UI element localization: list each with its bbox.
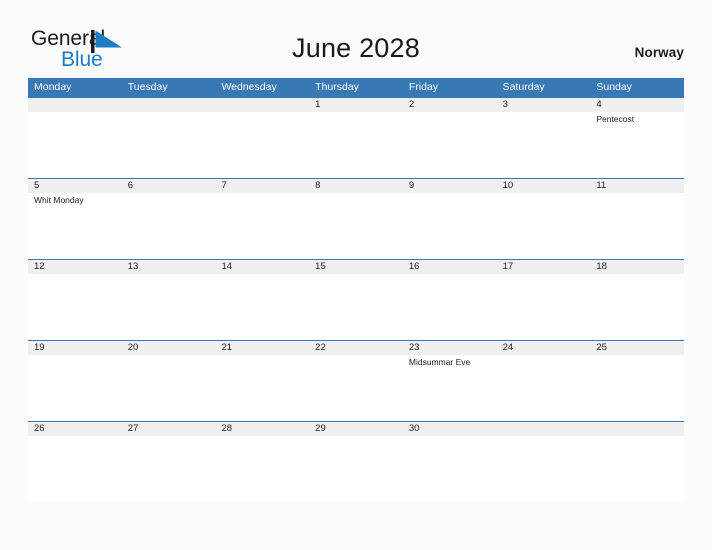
day-number[interactable]: 11 [590, 179, 684, 193]
day-event[interactable]: Midsummar Eve [403, 355, 497, 420]
day-event[interactable] [497, 112, 591, 177]
day-number[interactable]: 21 [215, 341, 309, 355]
day-event[interactable]: Whit Monday [28, 193, 122, 258]
week-event-band [28, 274, 684, 339]
weekday-header-monday: Monday [34, 81, 72, 93]
day-number[interactable]: 26 [28, 422, 122, 436]
day-number[interactable]: 27 [122, 422, 216, 436]
day-number[interactable]: 23 [403, 341, 497, 355]
week-date-band: 5 6 7 8 9 10 11 [28, 178, 684, 193]
week-event-band: Pentecost [28, 112, 684, 177]
day-event[interactable] [497, 274, 591, 339]
day-number[interactable]: 13 [122, 260, 216, 274]
day-event[interactable] [309, 112, 403, 177]
day-number[interactable]: 17 [497, 260, 591, 274]
day-event[interactable] [28, 355, 122, 420]
week-event-band [28, 436, 684, 501]
day-number[interactable]: 1 [309, 98, 403, 112]
day-number[interactable]: 6 [122, 179, 216, 193]
page-title: June 2028 [292, 33, 420, 63]
day-event[interactable] [590, 436, 684, 501]
day-event[interactable] [497, 193, 591, 258]
day-number[interactable]: 25 [590, 341, 684, 355]
day-event[interactable] [215, 193, 309, 258]
day-number[interactable]: 7 [215, 179, 309, 193]
day-event[interactable] [497, 355, 591, 420]
page-header: General Blue June 2028 Norway [0, 0, 712, 78]
day-event[interactable]: Pentecost [590, 112, 684, 177]
day-event[interactable] [122, 112, 216, 177]
weekday-header-tuesday: Tuesday [127, 81, 168, 93]
day-number[interactable]: 9 [403, 179, 497, 193]
calendar-bottom-edge [28, 502, 684, 503]
day-event[interactable] [309, 355, 403, 420]
calendar-week-row: 5 6 7 8 9 10 11 Whit Monday [28, 178, 684, 259]
week-date-band: 26 27 28 29 30 [28, 421, 684, 436]
week-event-band: Whit Monday [28, 193, 684, 258]
calendar-week-row: 19 20 21 22 23 24 25 Midsummar Eve [28, 340, 684, 421]
day-number[interactable] [215, 98, 309, 112]
day-number[interactable] [497, 422, 591, 436]
day-number[interactable]: 12 [28, 260, 122, 274]
day-number[interactable]: 16 [403, 260, 497, 274]
day-event[interactable] [309, 193, 403, 258]
day-event[interactable] [590, 193, 684, 258]
day-event[interactable] [122, 274, 216, 339]
day-event[interactable] [403, 436, 497, 501]
day-number[interactable]: 8 [309, 179, 403, 193]
day-event[interactable] [122, 355, 216, 420]
day-event[interactable] [403, 274, 497, 339]
week-date-band: 12 13 14 15 16 17 18 [28, 259, 684, 274]
day-number[interactable]: 28 [215, 422, 309, 436]
day-number[interactable]: 5 [28, 179, 122, 193]
week-event-band: Midsummar Eve [28, 355, 684, 420]
day-number[interactable]: 18 [590, 260, 684, 274]
day-event[interactable] [122, 436, 216, 501]
calendar-week-row: 1 2 3 4 Pentecost [28, 97, 684, 178]
day-number[interactable]: 14 [215, 260, 309, 274]
calendar-page: General Blue June 2028 Norway Monday Tue… [0, 0, 712, 550]
day-number[interactable]: 20 [122, 341, 216, 355]
day-number[interactable] [122, 98, 216, 112]
day-number[interactable]: 3 [497, 98, 591, 112]
weekday-header-row: Monday Tuesday Wednesday Thursday Friday… [28, 78, 684, 97]
weekday-header-sunday: Sunday [596, 81, 632, 93]
day-number[interactable]: 10 [497, 179, 591, 193]
day-event[interactable] [215, 355, 309, 420]
day-event[interactable] [215, 274, 309, 339]
weekday-header-wednesday: Wednesday [221, 81, 277, 93]
day-event[interactable] [28, 436, 122, 501]
day-event[interactable] [28, 274, 122, 339]
weekday-header-thursday: Thursday [315, 81, 359, 93]
weekday-header-saturday: Saturday [502, 81, 545, 93]
week-date-band: 19 20 21 22 23 24 25 [28, 340, 684, 355]
calendar-week-row: 12 13 14 15 16 17 18 [28, 259, 684, 340]
day-event[interactable] [497, 436, 591, 501]
day-number[interactable]: 24 [497, 341, 591, 355]
day-number[interactable] [28, 98, 122, 112]
day-number[interactable]: 30 [403, 422, 497, 436]
country-label: Norway [634, 45, 684, 60]
day-number[interactable]: 4 [590, 98, 684, 112]
day-event[interactable] [309, 274, 403, 339]
day-event[interactable] [122, 193, 216, 258]
day-event[interactable] [28, 112, 122, 177]
day-event[interactable] [403, 193, 497, 258]
day-event[interactable] [590, 355, 684, 420]
day-number[interactable] [590, 422, 684, 436]
day-event[interactable] [215, 112, 309, 177]
day-event[interactable] [215, 436, 309, 501]
day-event[interactable] [590, 274, 684, 339]
day-number[interactable]: 15 [309, 260, 403, 274]
day-number[interactable]: 22 [309, 341, 403, 355]
day-event[interactable] [403, 112, 497, 177]
day-number[interactable]: 19 [28, 341, 122, 355]
day-event[interactable] [309, 436, 403, 501]
calendar-grid: Monday Tuesday Wednesday Thursday Friday… [28, 78, 684, 503]
weekday-header-friday: Friday [408, 81, 439, 93]
week-date-band: 1 2 3 4 [28, 97, 684, 112]
day-number[interactable]: 29 [309, 422, 403, 436]
calendar-week-row: 26 27 28 29 30 [28, 421, 684, 502]
day-number[interactable]: 2 [403, 98, 497, 112]
